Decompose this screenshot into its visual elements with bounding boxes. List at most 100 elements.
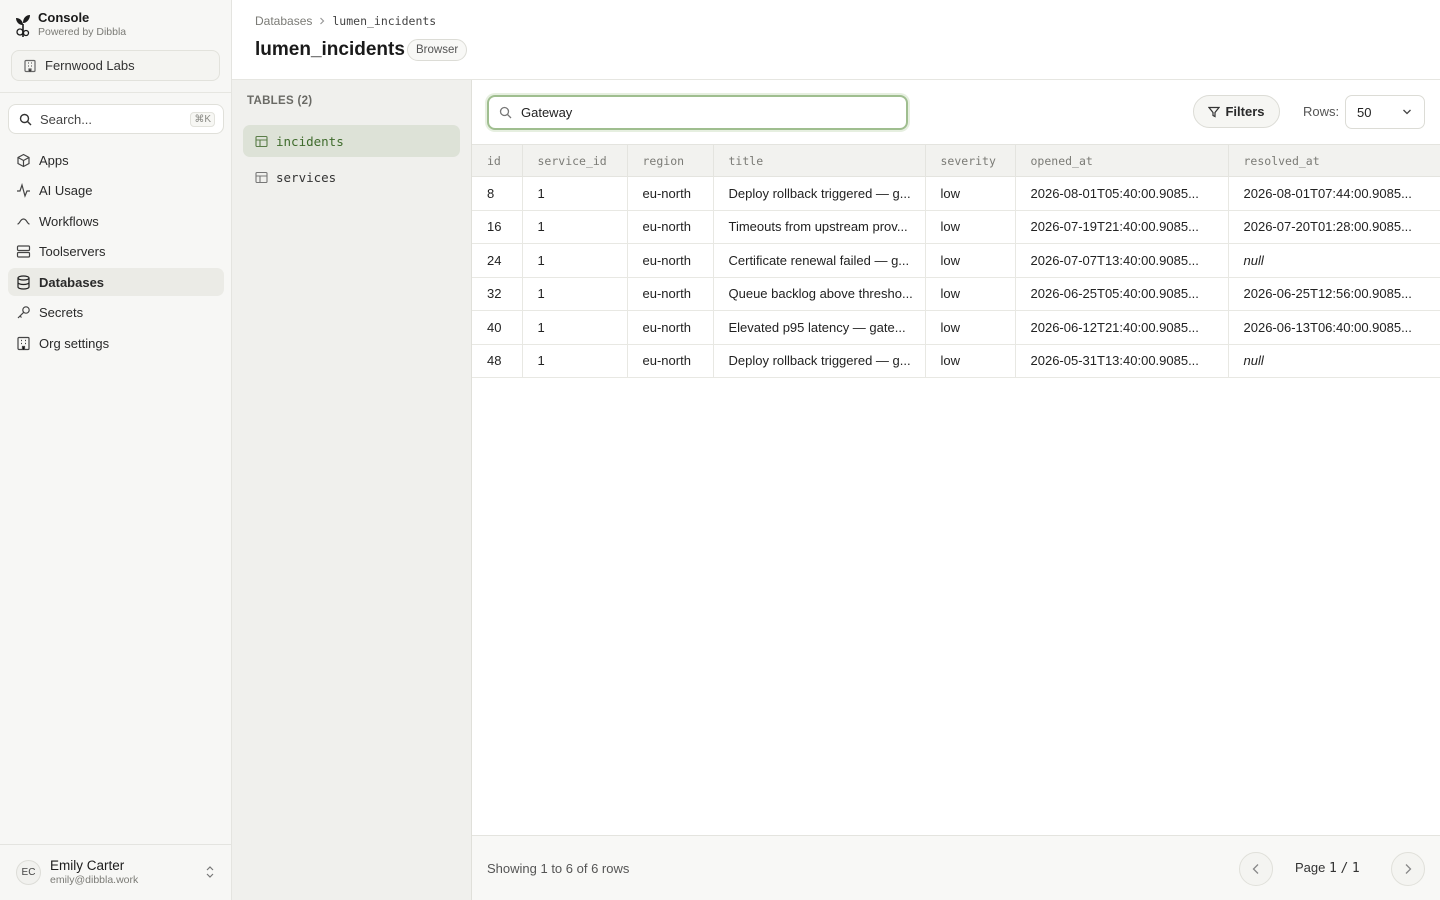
next-page-button[interactable] (1391, 852, 1425, 886)
table-cell[interactable]: 2026-06-25T12:56:00.9085... (1228, 277, 1440, 311)
sidebar-item-workflows[interactable]: Workflows (8, 207, 224, 235)
table-cell[interactable]: 2026-08-01T07:44:00.9085... (1228, 176, 1440, 211)
table-cell[interactable]: low (925, 310, 1016, 345)
table-row[interactable]: 40 1 eu-north Elevated p95 latency — gat… (472, 310, 1440, 345)
sidebar-item-secrets[interactable]: Secrets (8, 299, 224, 327)
sidebar-item-label: AI Usage (39, 183, 93, 199)
sidebar-nav: Apps AI Usage Workflows Toolservers Data… (8, 146, 224, 360)
table-cell[interactable]: 2026-07-07T13:40:00.9085... (1015, 243, 1229, 278)
filters-button[interactable]: Filters (1193, 95, 1280, 128)
user-email: emily@dibbla.work (50, 874, 139, 886)
breadcrumb: Databases lumen_incidents (255, 14, 436, 28)
table-header-row: id service_id region title severity open… (472, 144, 1440, 177)
sidebar-item-apps[interactable]: Apps (8, 146, 224, 174)
cube-icon (17, 153, 30, 167)
table-cell[interactable]: eu-north (627, 210, 714, 244)
user-menu[interactable]: EC Emily Carter emily@dibbla.work (0, 844, 231, 900)
page-indicator: Page 1 / 1 (1295, 860, 1360, 876)
table-cell[interactable]: eu-north (627, 176, 714, 211)
workflow-icon (17, 218, 30, 225)
table-cell[interactable]: 1 (522, 344, 628, 378)
page-title: lumen_incidents (255, 39, 405, 60)
sidebar-item-label: Secrets (39, 305, 84, 321)
table-cell[interactable]: 2026-06-13T06:40:00.9085... (1228, 310, 1440, 345)
table-cell[interactable]: 1 (522, 310, 628, 345)
table-item-incidents[interactable]: incidents (243, 125, 460, 157)
table-cell[interactable]: low (925, 277, 1016, 311)
column-header-resolved-at[interactable]: resolved_at (1228, 144, 1440, 177)
table-cell-null[interactable]: null (1228, 344, 1440, 378)
table-cell[interactable]: Deploy rollback triggered — g... (713, 176, 926, 211)
chevron-left-icon (1252, 864, 1259, 874)
table-cell[interactable]: eu-north (627, 310, 714, 345)
table-row[interactable]: 8 1 eu-north Deploy rollback triggered —… (472, 176, 1440, 211)
column-header-region[interactable]: region (627, 144, 714, 177)
sidebar: Console Powered by Dibbla Fernwood Labs … (0, 0, 232, 900)
table-row[interactable]: 32 1 eu-north Queue backlog above thresh… (472, 277, 1440, 311)
table-cell[interactable]: Timeouts from upstream prov... (713, 210, 926, 244)
page-current: 1 (1329, 861, 1337, 876)
table-cell[interactable]: eu-north (627, 243, 714, 278)
column-header-severity[interactable]: severity (925, 144, 1016, 177)
rows-per-page-select[interactable]: 50 (1345, 95, 1425, 129)
pagination-footer: Showing 1 to 6 of 6 rows Page 1 / 1 (472, 835, 1440, 900)
table-cell[interactable]: 1 (522, 243, 628, 278)
brand-title: Console (38, 10, 90, 25)
table-cell[interactable]: 32 (472, 277, 523, 311)
table-row[interactable]: 48 1 eu-north Deploy rollback triggered … (472, 344, 1440, 378)
table-row[interactable]: 16 1 eu-north Timeouts from upstream pro… (472, 210, 1440, 244)
table-row[interactable]: 24 1 eu-north Certificate renewal failed… (472, 243, 1440, 278)
table-icon (255, 171, 268, 183)
table-cell[interactable]: 8 (472, 176, 523, 211)
page-label: Page (1295, 860, 1326, 875)
table-cell[interactable]: eu-north (627, 277, 714, 311)
table-item-label: incidents (276, 133, 344, 149)
table-cell[interactable]: low (925, 210, 1016, 244)
filter-search-input[interactable]: Gateway (487, 95, 908, 130)
chevron-right-icon (1405, 864, 1412, 874)
table-cell[interactable]: 1 (522, 277, 628, 311)
sidebar-divider (0, 92, 231, 93)
sidebar-item-toolservers[interactable]: Toolservers (8, 238, 224, 266)
table-cell[interactable]: Queue backlog above thresho... (713, 277, 926, 311)
table-cell[interactable]: 16 (472, 210, 523, 244)
search-input[interactable]: Search... ⌘K (8, 104, 224, 134)
breadcrumb-databases[interactable]: Databases (255, 14, 312, 28)
sidebar-item-ai-usage[interactable]: AI Usage (8, 177, 224, 205)
chevron-right-icon (320, 17, 325, 25)
table-cell[interactable]: eu-north (627, 344, 714, 378)
table-cell[interactable]: 2026-07-19T21:40:00.9085... (1015, 210, 1229, 244)
table-cell[interactable]: Elevated p95 latency — gate... (713, 310, 926, 345)
table-cell[interactable]: 2026-08-01T05:40:00.9085... (1015, 176, 1229, 211)
brand[interactable]: Console Powered by Dibbla (14, 10, 126, 39)
table-cell[interactable]: 24 (472, 243, 523, 278)
table-cell[interactable]: 48 (472, 344, 523, 378)
table-cell[interactable]: 1 (522, 210, 628, 244)
table-cell[interactable]: 2026-07-20T01:28:00.9085... (1228, 210, 1440, 244)
previous-page-button[interactable] (1239, 852, 1273, 886)
table-cell[interactable]: low (925, 344, 1016, 378)
org-name: Fernwood Labs (45, 58, 135, 73)
sidebar-item-org-settings[interactable]: Org settings (8, 330, 224, 358)
sidebar-item-label: Org settings (39, 336, 110, 352)
user-name: Emily Carter (50, 858, 125, 873)
table-cell[interactable]: 2026-06-12T21:40:00.9085... (1015, 310, 1229, 345)
column-header-id[interactable]: id (472, 144, 523, 177)
table-cell[interactable]: 1 (522, 176, 628, 211)
table-cell-null[interactable]: null (1228, 243, 1440, 278)
column-header-title[interactable]: title (713, 144, 926, 177)
column-header-opened-at[interactable]: opened_at (1015, 144, 1229, 177)
sidebar-item-databases[interactable]: Databases (8, 268, 224, 297)
key-icon (17, 306, 30, 319)
table-cell[interactable]: low (925, 243, 1016, 278)
table-cell[interactable]: 2026-05-31T13:40:00.9085... (1015, 344, 1229, 378)
table-cell[interactable]: 40 (472, 310, 523, 345)
table-cell[interactable]: Deploy rollback triggered — g... (713, 344, 926, 378)
column-header-service-id[interactable]: service_id (522, 144, 628, 177)
table-item-services[interactable]: services (243, 161, 460, 193)
table-cell[interactable]: 2026-06-25T05:40:00.9085... (1015, 277, 1229, 311)
table-browser: Gateway Filters Rows: 50 id service_id r… (472, 80, 1440, 900)
org-switcher[interactable]: Fernwood Labs (11, 50, 220, 81)
table-cell[interactable]: Certificate renewal failed — g... (713, 243, 926, 278)
table-cell[interactable]: low (925, 176, 1016, 211)
